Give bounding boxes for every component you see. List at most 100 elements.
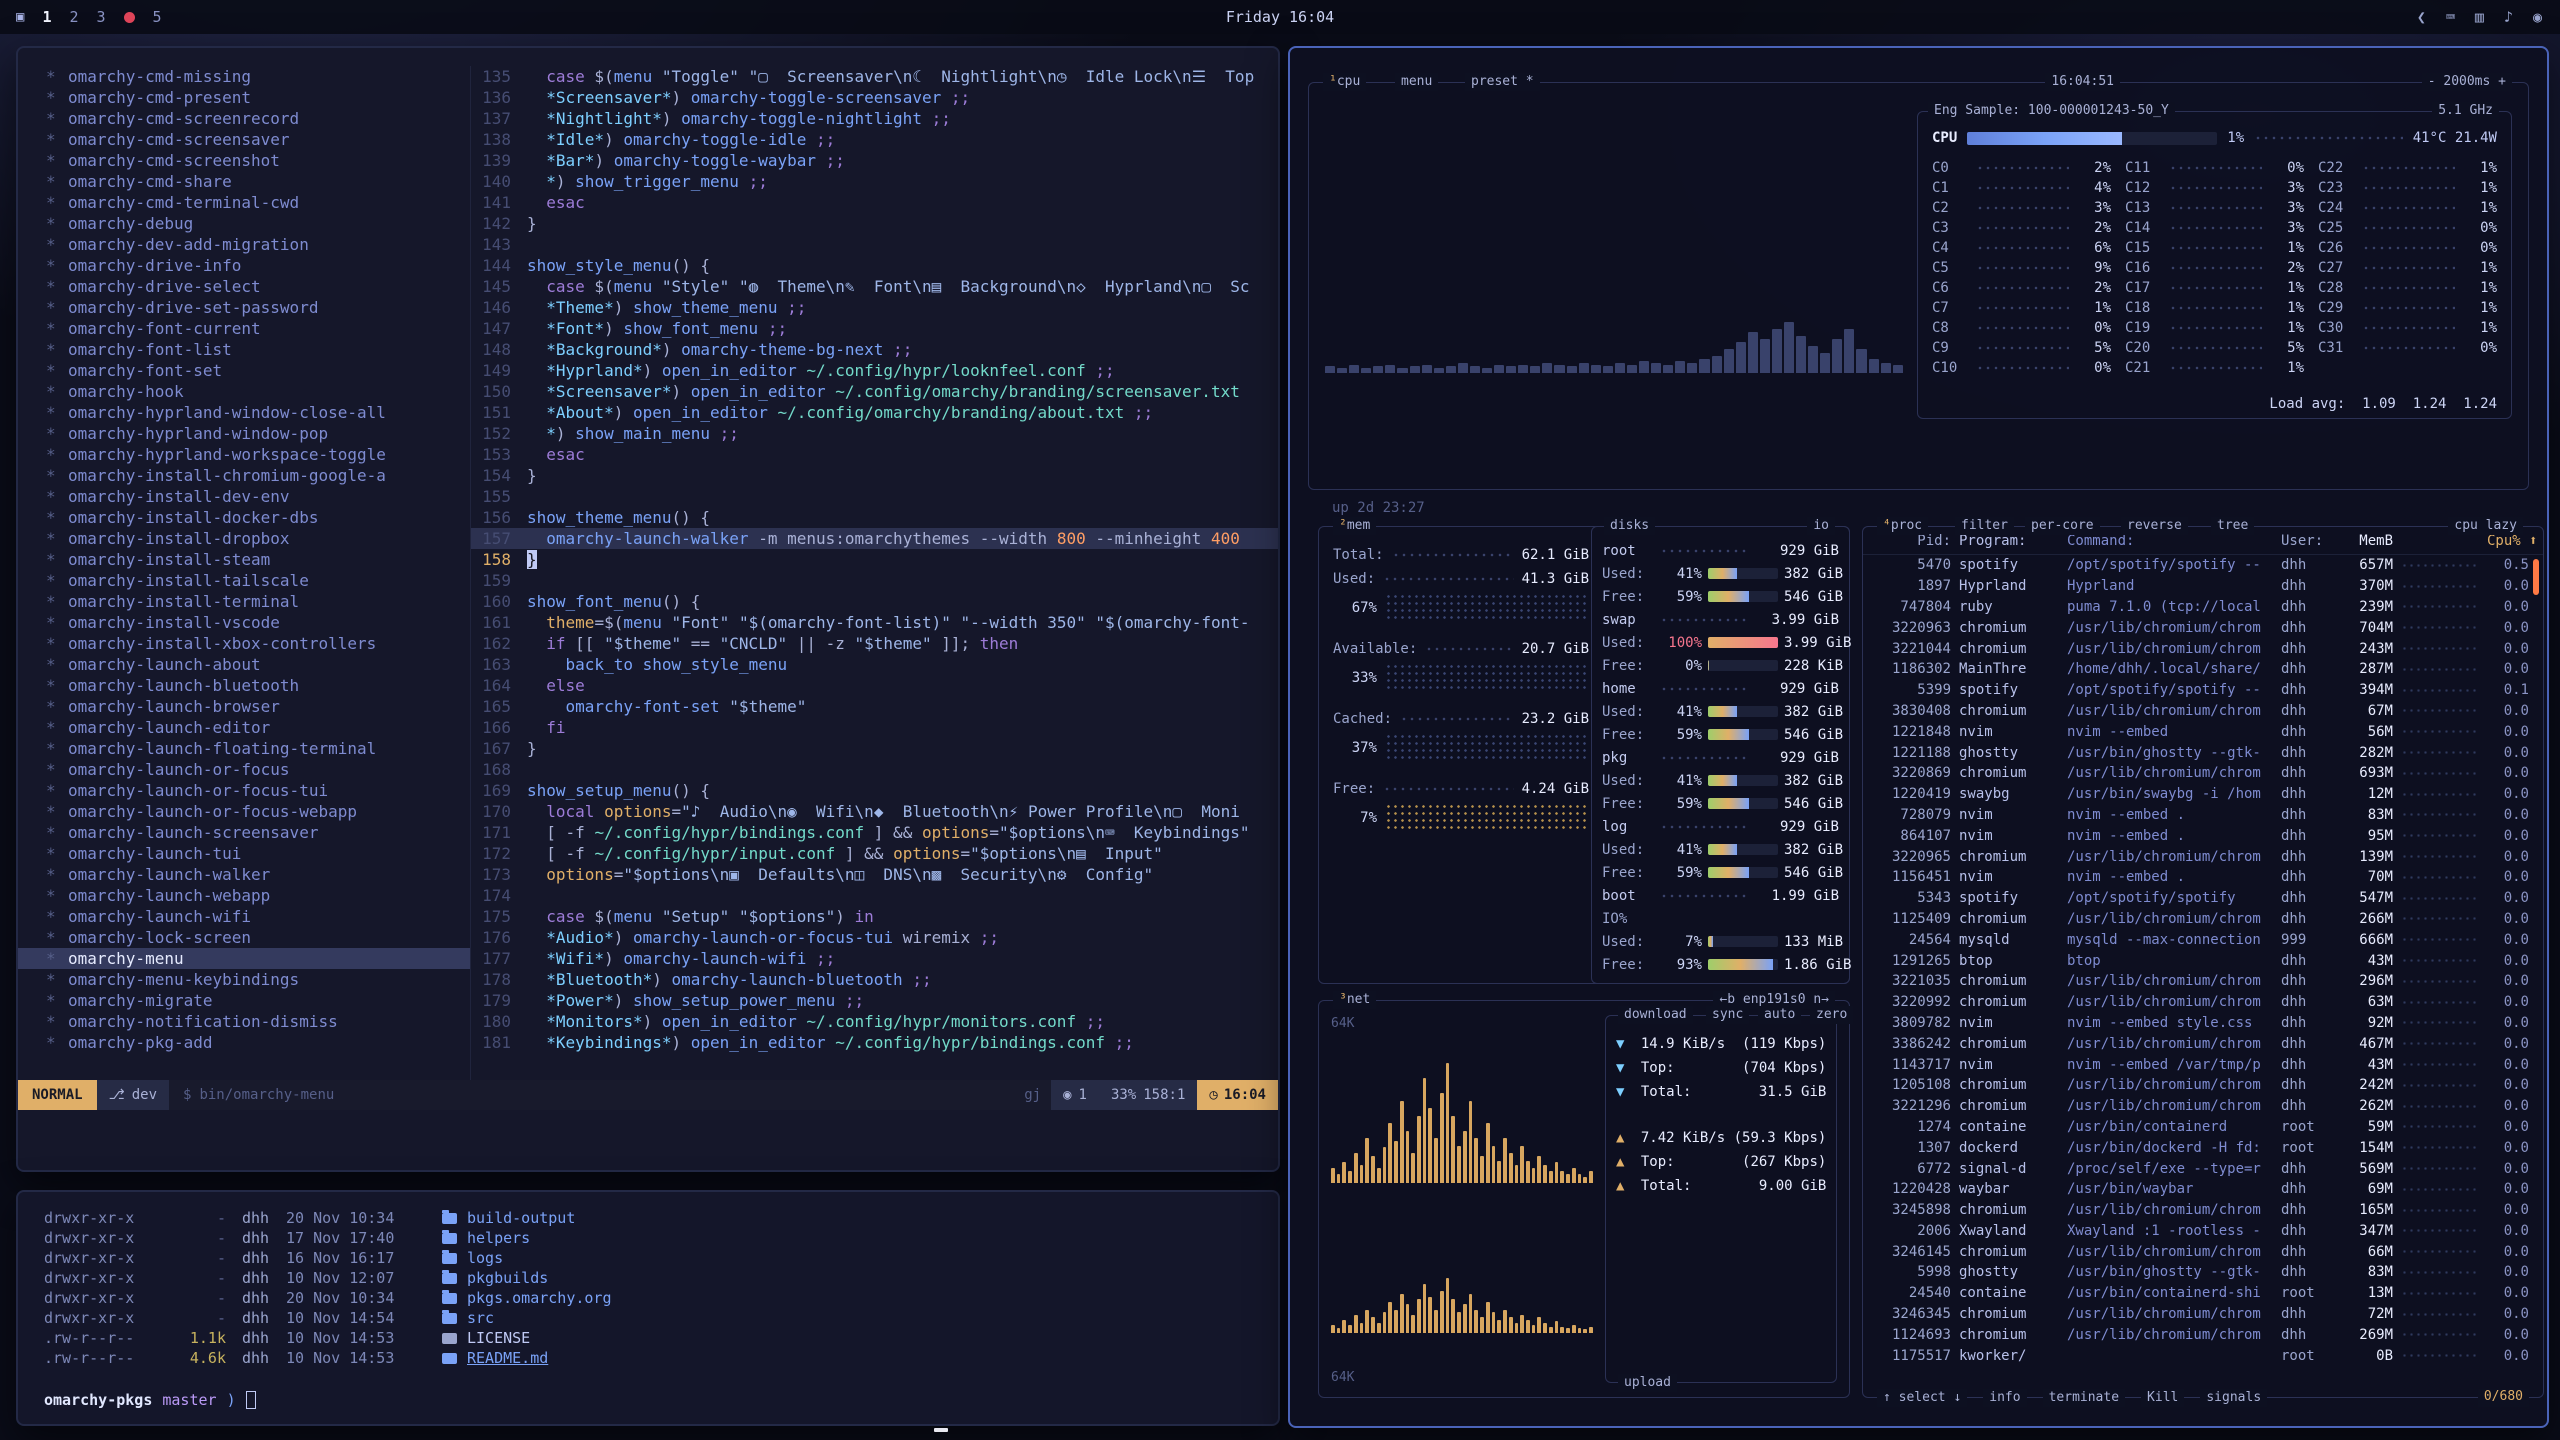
process-row[interactable]: 1274 containe /usr/bin/containerd root 5…	[1863, 1117, 2543, 1138]
process-row[interactable]: 24564 mysqld mysqld --max-connection 999…	[1863, 929, 2543, 950]
code-line[interactable]: 159	[471, 570, 1278, 591]
code-line[interactable]: 136 *Screensaver*) omarchy-toggle-screen…	[471, 87, 1278, 108]
user-header[interactable]: User:	[2281, 533, 2333, 549]
file-tree-item[interactable]: * omarchy-drive-select	[46, 276, 470, 297]
code-line[interactable]: 142 }	[471, 213, 1278, 234]
file-tree-item[interactable]: * omarchy-install-vscode	[46, 612, 470, 633]
code-line[interactable]: 149 *Hyprland*) open_in_editor ~/.config…	[471, 360, 1278, 381]
code-line[interactable]: 158 }	[471, 549, 1278, 570]
code-line[interactable]: 148 *Background*) omarchy-theme-bg-next …	[471, 339, 1278, 360]
file-tree-item[interactable]: * omarchy-launch-wifi	[46, 906, 470, 927]
file-tree-item[interactable]: * omarchy-cmd-present	[46, 87, 470, 108]
process-row[interactable]: 3220992 chromium /usr/lib/chromium/chrom…	[1863, 992, 2543, 1013]
file-tree-item[interactable]: * omarchy-hook	[46, 381, 470, 402]
terminate-button[interactable]: terminate	[2043, 1389, 2125, 1407]
code-line[interactable]: 137 *Nightlight*) omarchy-toggle-nightli…	[471, 108, 1278, 129]
file-tree-item[interactable]: * omarchy-dev-add-migration	[46, 234, 470, 255]
file-tree-item[interactable]: * omarchy-launch-or-focus-webapp	[46, 801, 470, 822]
code-line[interactable]: 140 *) show_trigger_menu ;;	[471, 171, 1278, 192]
zero-button[interactable]: zero	[1810, 1006, 1853, 1024]
code-line[interactable]: 170 local options="♪ Audio\n◉ Wifi\n◆ Bl…	[471, 801, 1278, 822]
process-row[interactable]: 5998 ghostty /usr/bin/ghostty --gtk- dhh…	[1863, 1262, 2543, 1283]
proc-panel-title[interactable]: ⁴proc	[1877, 517, 1928, 535]
code-line[interactable]: 139 *Bar*) omarchy-toggle-waybar ;;	[471, 150, 1278, 171]
code-line[interactable]: 163 back_to show_style_menu	[471, 654, 1278, 675]
process-row[interactable]: 747804 ruby puma 7.1.0 (tcp://local dhh …	[1863, 597, 2543, 618]
file-tree-item[interactable]: * omarchy-lock-screen	[46, 927, 470, 948]
code-line[interactable]: 168	[471, 759, 1278, 780]
process-row[interactable]: 3245898 chromium /usr/lib/chromium/chrom…	[1863, 1200, 2543, 1221]
code-line[interactable]: 181 *Keybindings*) open_in_editor ~/.con…	[471, 1032, 1278, 1053]
code-line[interactable]: 157 omarchy-launch-walker -m menus:omarc…	[471, 528, 1278, 549]
process-row[interactable]: 1125409 chromium /usr/lib/chromium/chrom…	[1863, 909, 2543, 930]
process-row[interactable]: 1143717 nvim nvim --embed /var/tmp/p dhh…	[1863, 1054, 2543, 1075]
file-tree-item[interactable]: * omarchy-cmd-share	[46, 171, 470, 192]
net-panel-title[interactable]: ³net	[1333, 991, 1376, 1009]
file-tree-item[interactable]: * omarchy-install-terminal	[46, 591, 470, 612]
file-tree-item[interactable]: * omarchy-install-dropbox	[46, 528, 470, 549]
file-tree-item[interactable]: * omarchy-menu	[18, 948, 470, 969]
file-tree-item[interactable]: * omarchy-font-set	[46, 360, 470, 381]
code-line[interactable]: 146 *Theme*) show_theme_menu ;;	[471, 297, 1278, 318]
info-button[interactable]: info	[1983, 1389, 2026, 1407]
kill-button[interactable]: Kill	[2141, 1389, 2184, 1407]
process-row[interactable]: 3220963 chromium /usr/lib/chromium/chrom…	[1863, 617, 2543, 638]
process-row[interactable]: 3221044 chromium /usr/lib/chromium/chrom…	[1863, 638, 2543, 659]
process-row[interactable]: 728079 nvim nvim --embed . dhh 83M 0.0	[1863, 805, 2543, 826]
process-row[interactable]: 6772 signal-d /proc/self/exe --type=r dh…	[1863, 1158, 2543, 1179]
mem-header[interactable]: MemB	[2341, 533, 2393, 549]
code-line[interactable]: 138 *Idle*) omarchy-toggle-idle ;;	[471, 129, 1278, 150]
file-tree-item[interactable]: * omarchy-pkg-add	[46, 1032, 470, 1053]
file-tree-item[interactable]: * omarchy-hyprland-window-pop	[46, 423, 470, 444]
process-scrollbar[interactable]	[2533, 559, 2539, 595]
file-tree-item[interactable]: * omarchy-install-dev-env	[46, 486, 470, 507]
file-tree-item[interactable]: * omarchy-launch-tui	[46, 843, 470, 864]
process-row[interactable]: 3386242 chromium /usr/lib/chromium/chrom…	[1863, 1033, 2543, 1054]
terminal-window[interactable]: drwxr-xr-x - dhh 20 Nov 10:34 build-outp…	[16, 1190, 1280, 1426]
process-row[interactable]: 1220428 waybar /usr/bin/waybar dhh 69M 0…	[1863, 1179, 2543, 1200]
process-row[interactable]: 3221296 chromium /usr/lib/chromium/chrom…	[1863, 1096, 2543, 1117]
process-row[interactable]: 1307 dockerd /usr/bin/dockerd -H fd: roo…	[1863, 1137, 2543, 1158]
file-tree-item[interactable]: * omarchy-drive-info	[46, 255, 470, 276]
io-mode-button[interactable]: io	[1807, 517, 1835, 535]
process-row[interactable]: 24540 containe /usr/bin/containerd-shi r…	[1863, 1283, 2543, 1304]
file-tree-item[interactable]: * omarchy-launch-about	[46, 654, 470, 675]
code-line[interactable]: 166 fi	[471, 717, 1278, 738]
code-line[interactable]: 152 *) show_main_menu ;;	[471, 423, 1278, 444]
file-tree-item[interactable]: * omarchy-launch-or-focus-tui	[46, 780, 470, 801]
code-line[interactable]: 144 show_style_menu() {	[471, 255, 1278, 276]
code-line[interactable]: 178 *Bluetooth*) omarchy-launch-bluetoot…	[471, 969, 1278, 990]
file-tree-item[interactable]: * omarchy-install-steam	[46, 549, 470, 570]
file-tree-item[interactable]: * omarchy-cmd-terminal-cwd	[46, 192, 470, 213]
code-line[interactable]: 180 *Monitors*) open_in_editor ~/.config…	[471, 1011, 1278, 1032]
file-tree-item[interactable]: * omarchy-debug	[46, 213, 470, 234]
process-row[interactable]: 1221848 nvim nvim --embed dhh 56M 0.0	[1863, 721, 2543, 742]
file-tree-item[interactable]: * omarchy-migrate	[46, 990, 470, 1011]
file-tree-item[interactable]: * omarchy-drive-set-password	[46, 297, 470, 318]
file-tree-item[interactable]: * omarchy-launch-browser	[46, 696, 470, 717]
code-line[interactable]: 162 if [[ "$theme" == "CNCLD" || -z "$th…	[471, 633, 1278, 654]
file-tree-item[interactable]: * omarchy-launch-walker	[46, 864, 470, 885]
file-tree-item[interactable]: * omarchy-install-xbox-controllers	[46, 633, 470, 654]
process-row[interactable]: 1897 Hyprland Hyprland dhh 370M 0.0	[1863, 576, 2543, 597]
process-row[interactable]: 3221035 chromium /usr/lib/chromium/chrom…	[1863, 971, 2543, 992]
update-interval-control[interactable]: - 2000ms +	[2422, 73, 2512, 91]
process-row[interactable]: 3220869 chromium /usr/lib/chromium/chrom…	[1863, 763, 2543, 784]
file-tree-item[interactable]: * omarchy-launch-or-focus	[46, 759, 470, 780]
per-core-button[interactable]: per-core	[2025, 517, 2100, 535]
code-line[interactable]: 179 *Power*) show_setup_power_menu ;;	[471, 990, 1278, 1011]
process-row[interactable]: 5399 spotify /opt/spotify/spotify -- dhh…	[1863, 680, 2543, 701]
code-line[interactable]: 176 *Audio*) omarchy-launch-or-focus-tui…	[471, 927, 1278, 948]
mem-panel-title[interactable]: ²mem	[1333, 517, 1376, 535]
code-line[interactable]: 153 esac	[471, 444, 1278, 465]
file-tree-item[interactable]: * omarchy-hyprland-window-close-all	[46, 402, 470, 423]
file-tree-item[interactable]: * omarchy-notification-dismiss	[46, 1011, 470, 1032]
code-line[interactable]: 167 }	[471, 738, 1278, 759]
signals-button[interactable]: signals	[2200, 1389, 2267, 1407]
sync-button[interactable]: sync	[1706, 1006, 1749, 1024]
process-row[interactable]: 1221188 ghostty /usr/bin/ghostty --gtk- …	[1863, 742, 2543, 763]
code-line[interactable]: 175 case $(menu "Setup" "$options") in	[471, 906, 1278, 927]
code-line[interactable]: 143	[471, 234, 1278, 255]
process-row[interactable]: 1220419 swaybg /usr/bin/swaybg -i /hom d…	[1863, 784, 2543, 805]
code-line[interactable]: 151 *About*) open_in_editor ~/.config/om…	[471, 402, 1278, 423]
